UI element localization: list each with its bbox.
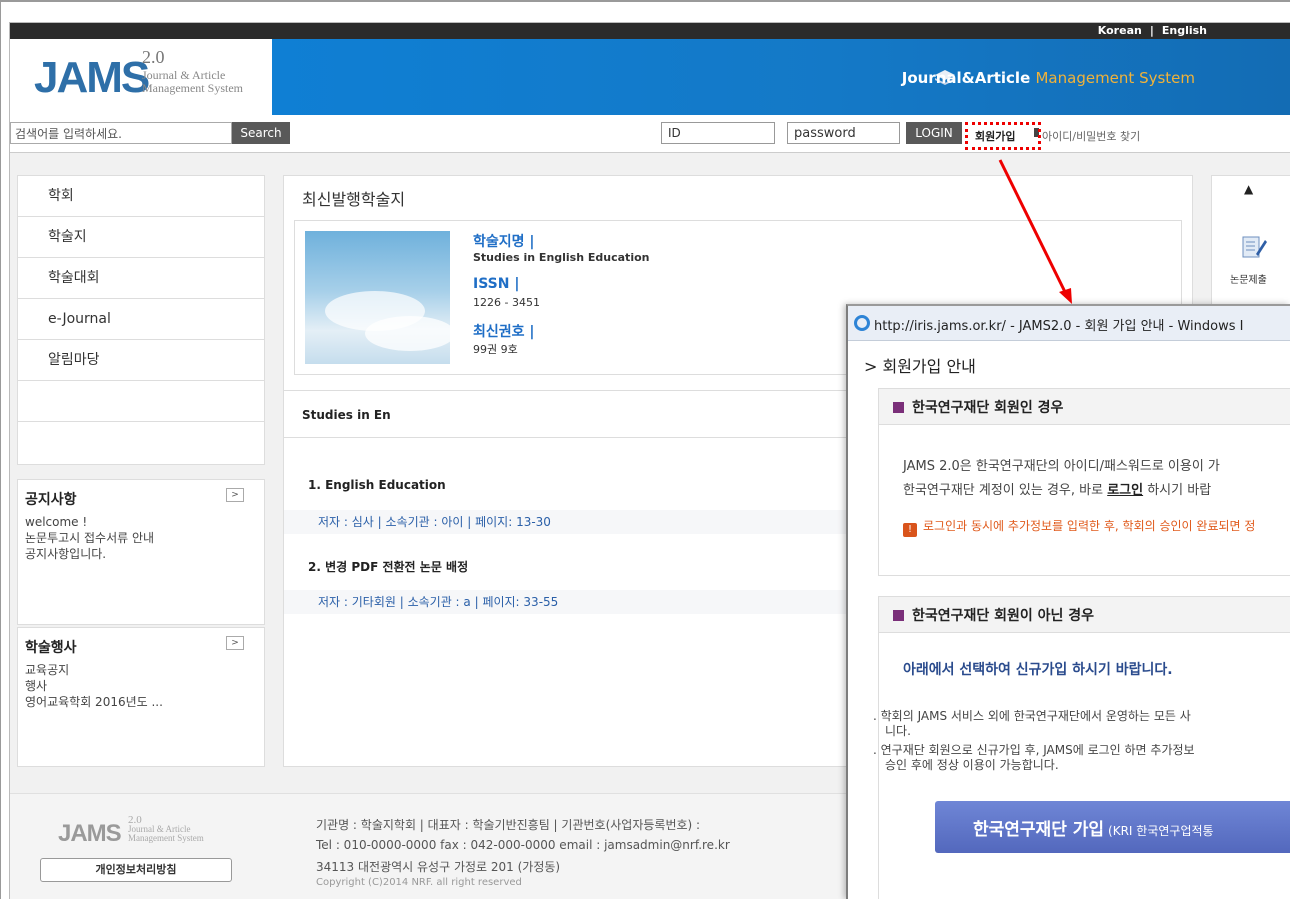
article-title[interactable]: 1. English Education (308, 478, 446, 492)
login-button[interactable]: LOGIN (906, 122, 962, 144)
signup-popup-window: http://iris.jams.or.kr/ - JAMS2.0 - 회원 가… (846, 304, 1290, 899)
member-info-text: 한국연구재단 계정이 있는 경우, 바로 (903, 483, 1108, 498)
notice-item[interactable]: 논문투고시 접수서류 안내 (25, 530, 257, 546)
member-section-title: 한국연구재단 회원인 경우 (879, 389, 1290, 425)
footer-logo-sub2: Management System (128, 833, 204, 843)
nonmember-bullet-line: . 학회의 JAMS 서비스 외에 한국연구재단에서 운영하는 모든 사 (873, 709, 1191, 723)
sidebar-item-conference[interactable]: 학술대회 (18, 258, 264, 299)
event-item[interactable]: 영어교육학회 2016년도 ... (25, 694, 257, 710)
member-section-title-text: 한국연구재단 회원인 경우 (912, 400, 1064, 416)
warning-icon: ! (903, 523, 917, 537)
logo-text: JAMS (34, 53, 150, 102)
footer-logo-subtitle: 2.0 Journal & Article Management System (128, 815, 204, 843)
kri-signup-label: 한국연구재단 가입 (973, 820, 1105, 840)
events-list: 교육공지 행사 영어교육학회 2016년도 ... (18, 658, 264, 714)
notice-panel: 공지사항 > welcome ! 논문투고시 접수서류 안내 공지사항입니다. (17, 479, 265, 625)
lang-english-link[interactable]: English (1162, 24, 1207, 37)
id-field[interactable] (661, 122, 775, 144)
lang-korean-link[interactable]: Korean (1098, 24, 1142, 37)
bullet-square-icon (893, 610, 904, 621)
nonmember-bullet: . 연구재단 회원으로 신규가입 후, JAMS에 로그인 하면 추가정보 승인… (873, 743, 1195, 773)
member-info-line: JAMS 2.0은 한국연구재단의 아이디/패스워드로 이용이 가 (903, 459, 1220, 474)
nonmember-section: 한국연구재단 회원이 아닌 경우 아래에서 선택하여 신규가입 하시기 바랍니다… (873, 596, 1290, 899)
latest-issue-value: 99권 9호 (473, 343, 518, 356)
notice-more-button[interactable]: > (226, 488, 244, 502)
notice-item[interactable]: 공지사항입니다. (25, 546, 257, 562)
article-title[interactable]: 2. 변경 PDF 전환전 논문 배정 (308, 558, 468, 575)
banner-title-accent: Management System (1035, 69, 1195, 87)
popup-heading: > 회원가입 안내 (864, 357, 976, 376)
search-login-bar: Search LOGIN 회원가입 아이디/비밀번호 찾기 (10, 115, 1290, 153)
top-bar: Korean | English (10, 23, 1290, 39)
notice-item[interactable]: welcome ! (25, 514, 257, 530)
scroll-up-icon[interactable]: ▲ (1244, 182, 1253, 196)
nonmember-section-title: 한국연구재단 회원이 아닌 경우 (879, 597, 1290, 633)
banner-title: Journal&Article Management System (902, 69, 1195, 87)
banner-title-bold: Journal&Article (901, 69, 1031, 87)
member-warning: ! 로그인과 동시에 추가정보를 입력한 후, 학회의 승인이 완료되면 정 (903, 517, 1255, 537)
search-button[interactable]: Search (232, 122, 290, 144)
events-more-button[interactable]: > (226, 636, 244, 650)
issn-label: ISSN | (473, 276, 520, 292)
bullet-square-icon (893, 402, 904, 413)
popup-window-title: http://iris.jams.or.kr/ - JAMS2.0 - 회원 가… (874, 319, 1244, 334)
event-item[interactable]: 행사 (25, 678, 257, 694)
sidebar-item-empty (18, 422, 264, 463)
sidebar-item-empty (18, 381, 264, 422)
latest-issue-label: 최신권호 | (473, 324, 535, 340)
member-section: 한국연구재단 회원인 경우 JAMS 2.0은 한국연구재단의 아이디/패스워드… (878, 388, 1290, 576)
journal-name-label: 학술지명 | (473, 234, 535, 250)
password-field[interactable] (787, 122, 900, 144)
notice-list: welcome ! 논문투고시 접수서류 안내 공지사항입니다. (18, 510, 264, 566)
footer-contact: Tel : 010-0000-0000 fax : 042-000-0000 e… (316, 838, 730, 852)
sidebar-item-society[interactable]: 학회 (18, 176, 264, 217)
nonmember-bullet: . 학회의 JAMS 서비스 외에 한국연구재단에서 운영하는 모든 사 니다. (873, 709, 1191, 739)
privacy-policy-button[interactable]: 개인정보처리방침 (40, 858, 232, 882)
nonmember-bullet-line: 니다. (885, 724, 911, 738)
member-info-line: 한국연구재단 계정이 있는 경우, 바로 로그인 하시기 바랍 (903, 479, 1211, 498)
event-item[interactable]: 교육공지 (25, 662, 257, 678)
ie-icon (854, 315, 870, 331)
logo-sub-line2: Management System (142, 81, 243, 95)
header-banner: Journal&Article Management System (272, 39, 1290, 115)
nonmember-section-title-text: 한국연구재단 회원이 아닌 경우 (912, 608, 1095, 624)
nonmember-subtitle: 아래에서 선택하여 신규가입 하시기 바랍니다. (903, 662, 1173, 678)
search-input[interactable] (10, 122, 232, 144)
sidebar-item-notice[interactable]: 알림마당 (18, 340, 264, 381)
page-title: 최신발행학술지 (302, 190, 406, 209)
logo-version: 2.0 (142, 47, 165, 67)
footer-org-info: 기관명 : 학술지학회 | 대표자 : 학술기반진흥팀 | 기관번호(사업자등록… (316, 818, 701, 832)
nonmember-bullet-line: 승인 후에 정상 이용이 가능합니다. (885, 758, 1059, 772)
sidebar-nav: 학회 학술지 학술대회 e-Journal 알림마당 (17, 175, 265, 465)
lang-separator: | (1149, 24, 1154, 37)
issn-value: 1226 - 3451 (473, 296, 540, 309)
kri-signup-sub: (KRI 한국연구업적통 (1108, 824, 1214, 838)
sidebar-item-ejournal[interactable]: e-Journal (18, 299, 264, 340)
member-warning-text: 로그인과 동시에 추가정보를 입력한 후, 학회의 승인이 완료되면 정 (923, 519, 1256, 533)
submit-paper-label[interactable]: 논문제출 (1230, 271, 1267, 286)
events-panel: 학술행사 > 교육공지 행사 영어교육학회 2016년도 ... (17, 627, 265, 767)
kri-signup-button[interactable]: 한국연구재단 가입 (KRI 한국연구업적통 (935, 801, 1290, 853)
submit-paper-icon[interactable] (1240, 234, 1268, 260)
login-link[interactable]: 로그인 (1107, 483, 1143, 498)
language-switch: Korean | English (1094, 24, 1211, 37)
footer-copyright: Copyright (C)2014 NRF. all right reserve… (316, 877, 522, 888)
nonmember-bullet-line: . 연구재단 회원으로 신규가입 후, JAMS에 로그인 하면 추가정보 (873, 743, 1195, 757)
logo-subtitle: Journal & Article Management System (142, 69, 243, 95)
popup-titlebar[interactable]: http://iris.jams.or.kr/ - JAMS2.0 - 회원 가… (848, 306, 1290, 341)
footer-address: 34113 대전광역시 유성구 가정로 201 (가정동) (316, 860, 561, 874)
journal-cover-image[interactable] (305, 231, 455, 364)
member-info-text: 하시기 바랍 (1143, 483, 1212, 498)
footer-logo: JAMS (58, 820, 122, 847)
find-account-link[interactable]: 아이디/비밀번호 찾기 (1042, 128, 1140, 144)
join-highlight-box (965, 122, 1041, 150)
site-logo[interactable]: JAMS 2.0 Journal & Article Management Sy… (10, 39, 272, 115)
sidebar-item-journal[interactable]: 학술지 (18, 217, 264, 258)
journal-name-value[interactable]: Studies in English Education (473, 251, 649, 264)
cloud-shape (365, 316, 455, 351)
